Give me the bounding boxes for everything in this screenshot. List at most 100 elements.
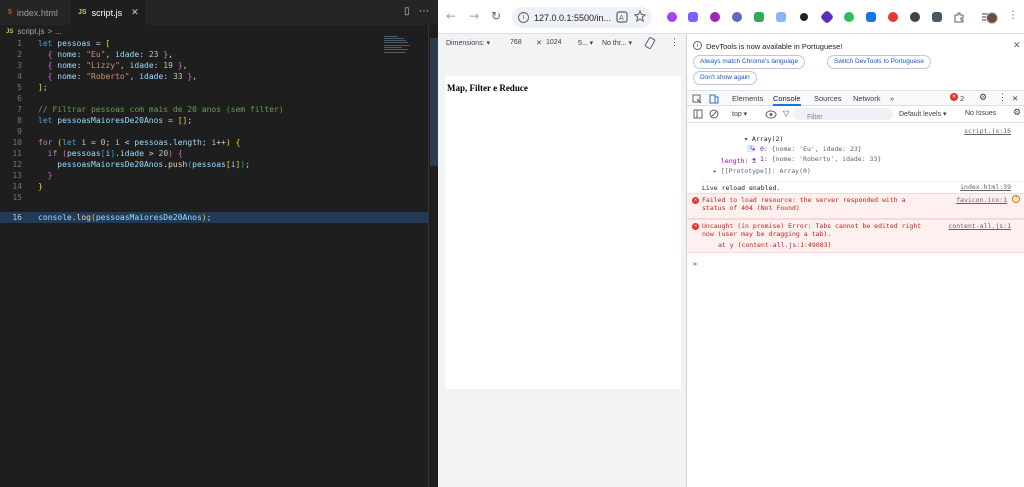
browser-menu-icon[interactable]: ⋮ bbox=[1008, 10, 1018, 21]
issues-button[interactable]: No Issues bbox=[965, 110, 996, 117]
reload-icon[interactable]: ↻ bbox=[491, 9, 501, 23]
extension-icon[interactable] bbox=[732, 12, 742, 22]
profile-avatar[interactable] bbox=[986, 12, 998, 24]
back-icon[interactable]: ← bbox=[446, 9, 456, 23]
address-bar[interactable]: i 127.0.0.1:5500/in... bbox=[512, 7, 652, 28]
error-count[interactable]: 2 bbox=[960, 94, 964, 103]
throttle-dropdown[interactable]: No thr... ▾ bbox=[602, 39, 632, 47]
browser-window: ← → ↻ i 127.0.0.1:5500/in... A ⋮ Dimensi… bbox=[438, 0, 1024, 487]
screen: 5 index.html JS script.js ✕ ▯ ⋯ JS scrip… bbox=[0, 0, 1024, 487]
devtools-panel: i DevTools is now available in Portugues… bbox=[686, 34, 1024, 487]
rotate-icon[interactable] bbox=[644, 37, 656, 49]
extension-icon[interactable] bbox=[776, 12, 786, 22]
inspect-element-icon[interactable] bbox=[692, 94, 702, 104]
page-viewport[interactable]: Map, Filter e Reduce bbox=[445, 76, 681, 389]
site-info-icon[interactable]: i bbox=[518, 12, 529, 23]
extension-icon[interactable] bbox=[844, 12, 854, 22]
svg-text:A: A bbox=[619, 14, 624, 22]
js-file-icon: JS bbox=[6, 28, 14, 35]
error-text: Failed to load resource: the server resp… bbox=[702, 196, 906, 212]
zoom-dropdown[interactable]: 5... ▾ bbox=[578, 39, 593, 47]
network-issue-icon[interactable]: ? bbox=[1012, 195, 1020, 203]
error-message-uncaught: ✕ Uncaught (in promise) Error: Tabs cann… bbox=[687, 219, 1024, 253]
devtools-menu-icon[interactable]: ⋮ bbox=[998, 92, 1007, 103]
code-line: 15 bbox=[0, 192, 428, 203]
extension-icon[interactable] bbox=[800, 13, 808, 21]
array-prototype[interactable]: ▸ [[Prototype]]: Array(0) bbox=[713, 167, 1024, 175]
switch-to-portuguese-button[interactable]: Switch DevTools to Portuguese bbox=[827, 55, 931, 69]
code-line: 8 let pessoasMaioresDe20Anos = []; bbox=[0, 115, 428, 126]
translate-icon[interactable]: A bbox=[616, 11, 628, 23]
extension-icon[interactable] bbox=[688, 12, 698, 22]
settings-gear-icon[interactable]: ⚙ bbox=[979, 92, 987, 103]
source-link[interactable]: script.js:16 bbox=[964, 127, 1011, 135]
breadcrumb: JS script.js > ... bbox=[0, 25, 438, 38]
close-devtools-icon[interactable]: ✕ bbox=[1012, 94, 1018, 103]
log-levels-dropdown[interactable]: Default levels ▾ bbox=[899, 110, 946, 118]
line-number: 16 bbox=[12, 213, 22, 222]
console-output: ▾ Array(2) i script.js:16 ▸ 0: {nome: 'E… bbox=[687, 123, 1024, 487]
viewport-width-input[interactable]: 768 bbox=[510, 39, 522, 46]
more-actions-icon[interactable]: ⋯ bbox=[419, 6, 429, 17]
url-text: 127.0.0.1:5500/in... bbox=[534, 12, 612, 23]
browser-toolbar: ← → ↻ i 127.0.0.1:5500/in... A ⋮ bbox=[438, 0, 1024, 34]
device-toolbar: Dimensions: ▾ 768 ✕ 1024 5... ▾ No thr..… bbox=[438, 34, 686, 52]
context-selector[interactable]: top ▾ bbox=[732, 110, 747, 118]
bookmark-star-icon[interactable] bbox=[634, 10, 646, 22]
source-link[interactable]: content-all.js:1 bbox=[948, 222, 1011, 230]
extension-icon[interactable] bbox=[710, 12, 720, 22]
tab-elements[interactable]: Elements bbox=[732, 94, 763, 103]
code-line: 2 { nome: "Eu", idade: 23 }, bbox=[0, 49, 428, 60]
breadcrumb-file[interactable]: script.js bbox=[17, 27, 44, 36]
split-editor-icon[interactable]: ▯ bbox=[404, 6, 410, 17]
clear-console-icon[interactable] bbox=[709, 109, 719, 119]
editor-tab-bar: 5 index.html JS script.js ✕ ▯ ⋯ bbox=[0, 0, 438, 25]
array-length: length: 2 bbox=[721, 157, 757, 165]
breadcrumb-symbol[interactable]: ... bbox=[55, 27, 62, 36]
line-number: 2 bbox=[17, 50, 22, 59]
device-more-icon[interactable]: ⋮ bbox=[670, 37, 679, 48]
sidebar-toggle-icon[interactable] bbox=[693, 109, 703, 119]
error-message-404: ✕ Failed to load resource: the server re… bbox=[687, 193, 1024, 219]
extension-icon[interactable] bbox=[910, 12, 920, 22]
source-link[interactable]: index.html:39 bbox=[960, 183, 1011, 191]
tab-console[interactable]: Console bbox=[773, 94, 801, 106]
dimensions-dropdown[interactable]: Dimensions: ▾ bbox=[446, 39, 490, 47]
language-notice: i DevTools is now available in Portugues… bbox=[687, 34, 1024, 88]
line-number: 6 bbox=[17, 94, 22, 103]
info-icon: i bbox=[693, 41, 702, 50]
tab-script-js[interactable]: JS script.js ✕ bbox=[70, 0, 146, 25]
dont-show-again-button[interactable]: Don't show again bbox=[693, 71, 757, 85]
console-filter-input[interactable]: Filter bbox=[793, 108, 893, 121]
extension-icon[interactable] bbox=[819, 9, 835, 25]
error-stack[interactable]: at y (content-all.js:1:49083) bbox=[718, 241, 1024, 249]
extension-icon[interactable] bbox=[866, 12, 876, 22]
code-area[interactable]: 1 let pessoas = [ 2 { nome: "Eu", idade: … bbox=[0, 38, 428, 487]
editor-scrollbar-thumb[interactable] bbox=[430, 38, 438, 166]
console-settings-gear-icon[interactable]: ⚙ bbox=[1013, 107, 1021, 118]
js-file-icon: JS bbox=[78, 9, 87, 16]
close-tab-icon[interactable]: ✕ bbox=[131, 7, 139, 18]
forward-icon[interactable]: → bbox=[469, 9, 479, 23]
more-tabs-icon[interactable]: » bbox=[890, 94, 894, 103]
console-prompt[interactable]: > bbox=[693, 260, 1024, 268]
minimap[interactable] bbox=[384, 36, 412, 54]
extension-icon[interactable] bbox=[888, 12, 898, 22]
viewport-height-input[interactable]: 1024 bbox=[546, 39, 562, 46]
live-expression-eye-icon[interactable] bbox=[765, 110, 777, 119]
tab-network[interactable]: Network bbox=[853, 94, 881, 103]
source-link[interactable]: favicon.ico:1 bbox=[956, 196, 1007, 204]
code-line: 6 bbox=[0, 93, 428, 104]
tab-index-html[interactable]: 5 index.html bbox=[0, 0, 70, 25]
extension-icon[interactable] bbox=[754, 12, 764, 22]
match-chrome-language-button[interactable]: Always match Chrome's language bbox=[693, 55, 806, 69]
tab-sources[interactable]: Sources bbox=[814, 94, 842, 103]
error-count-icon[interactable]: ✕ bbox=[950, 93, 958, 101]
code-line: 5]; bbox=[0, 82, 428, 93]
close-notice-icon[interactable]: ✕ bbox=[1013, 40, 1021, 51]
device-toolbar-icon[interactable] bbox=[709, 94, 719, 104]
extension-icon[interactable] bbox=[932, 12, 942, 22]
extensions-puzzle-icon[interactable] bbox=[953, 11, 965, 23]
line-number: 9 bbox=[17, 127, 22, 136]
extension-icon[interactable] bbox=[667, 12, 677, 22]
